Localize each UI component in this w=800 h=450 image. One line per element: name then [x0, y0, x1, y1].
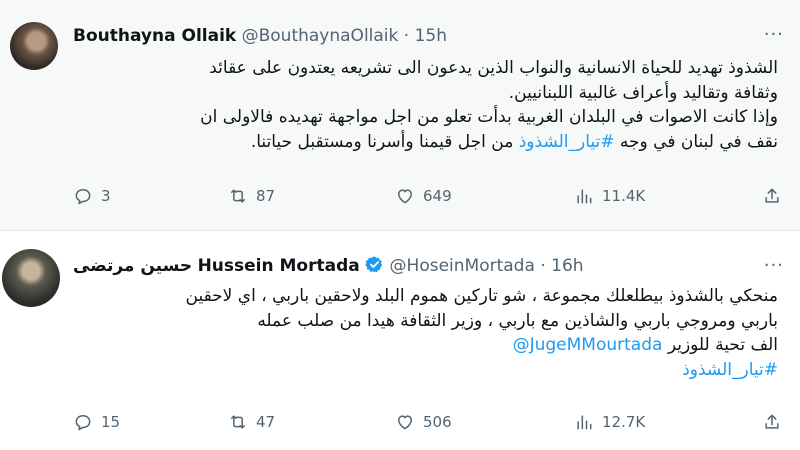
- text-fragment: الف تحية للوزير: [667, 335, 778, 355]
- share-icon: [765, 414, 779, 429]
- reply-icon: [75, 415, 91, 431]
- reply-button[interactable]: 15: [73, 412, 120, 432]
- tweet-text: منحكي بالشذوذ بيطلعلك مجموعة ، شو تاركين…: [75, 284, 779, 383]
- like-icon: [398, 415, 412, 430]
- retweet-icon: [231, 415, 245, 429]
- reply-icon: [75, 189, 91, 205]
- more-icon[interactable]: ···: [764, 24, 784, 45]
- reply-count: 3: [101, 187, 111, 205]
- tweet-header: Bouthayna Ollaik @BouthaynaOllaik · 15h: [73, 26, 447, 50]
- more-icon[interactable]: ···: [764, 255, 784, 276]
- separator-dot: ·: [403, 26, 410, 46]
- display-name[interactable]: Hussein Mortada: [198, 256, 360, 276]
- retweet-count: 87: [256, 187, 276, 205]
- reply-count: 15: [101, 413, 121, 431]
- like-count: 506: [423, 413, 452, 431]
- text-fragment: نقف في لبنان في وجه: [619, 131, 778, 152]
- retweet-count: 47: [256, 413, 276, 431]
- retweet-button[interactable]: 47: [228, 412, 275, 432]
- retweet-icon: [231, 189, 245, 203]
- tweet-card[interactable]: Bouthayna Ollaik @BouthaynaOllaik · 15h …: [0, 0, 800, 230]
- text-fragment: من اجل قيمنا وأسرنا ومستقبل حياتنا.: [250, 131, 514, 152]
- hashtag-link[interactable]: #تيار_الشذوذ: [682, 360, 778, 380]
- views-button[interactable]: 11.4K: [574, 186, 645, 206]
- views-icon: [577, 189, 592, 204]
- action-bar: 3 87 649 11.4K: [0, 186, 800, 216]
- avatar[interactable]: [2, 249, 60, 307]
- text-line-with-hashtag: نقف في لبنان في وجه #تيار_الشذوذ من اجل …: [75, 130, 778, 155]
- timestamp[interactable]: 16h: [551, 256, 583, 276]
- share-button[interactable]: [762, 186, 782, 206]
- hashtag-line: #تيار_الشذوذ: [75, 358, 778, 383]
- text-line: وإذا كانت الاصوات في البلدان الغربية بدأ…: [200, 107, 778, 127]
- text-line-with-mention: الف تحية للوزير @JugeMMourtada: [75, 333, 778, 358]
- views-icon: [577, 415, 592, 430]
- hashtag-link[interactable]: #تيار_الشذوذ: [519, 132, 615, 152]
- retweet-button[interactable]: 87: [228, 186, 275, 206]
- views-count: 11.4K: [602, 187, 646, 205]
- tweet-card[interactable]: حسين مرتضى Hussein Mortada @HoseinMortad…: [0, 231, 800, 450]
- tweet-header: حسين مرتضى Hussein Mortada @HoseinMortad…: [73, 255, 584, 279]
- handle[interactable]: @BouthaynaOllaik: [242, 26, 399, 46]
- verified-badge-icon[interactable]: [365, 255, 384, 274]
- mention-link[interactable]: @JugeMMourtada: [513, 335, 663, 355]
- views-count: 12.7K: [602, 413, 646, 431]
- action-bar: 15 47 506 12.7K: [0, 412, 800, 442]
- handle[interactable]: @HoseinMortada: [390, 256, 535, 276]
- text-line: الشذوذ تهديد للحياة الانسانية والنواب ال…: [209, 58, 778, 78]
- views-button[interactable]: 12.7K: [574, 412, 645, 432]
- separator-dot: ·: [540, 256, 546, 276]
- text-line: وثقافة وتقاليد وأعراف غالبية اللبنانيين.: [508, 82, 778, 103]
- like-button[interactable]: 506: [395, 412, 452, 432]
- like-button[interactable]: 649: [395, 186, 452, 206]
- like-icon: [398, 189, 412, 204]
- share-button[interactable]: [762, 412, 782, 432]
- timestamp[interactable]: 15h: [415, 26, 447, 46]
- display-name-arabic[interactable]: حسين مرتضى: [73, 256, 192, 276]
- reply-button[interactable]: 3: [73, 186, 111, 206]
- share-icon: [765, 188, 779, 203]
- text-line: منحكي بالشذوذ بيطلعلك مجموعة ، شو تاركين…: [185, 286, 779, 306]
- avatar[interactable]: [10, 22, 58, 70]
- text-line: باربي ومروجي باربي والشاذين مع باربي ، و…: [257, 310, 778, 331]
- tweet-text: الشذوذ تهديد للحياة الانسانية والنواب ال…: [75, 56, 778, 154]
- like-count: 649: [423, 187, 452, 205]
- display-name[interactable]: Bouthayna Ollaik: [73, 26, 236, 46]
